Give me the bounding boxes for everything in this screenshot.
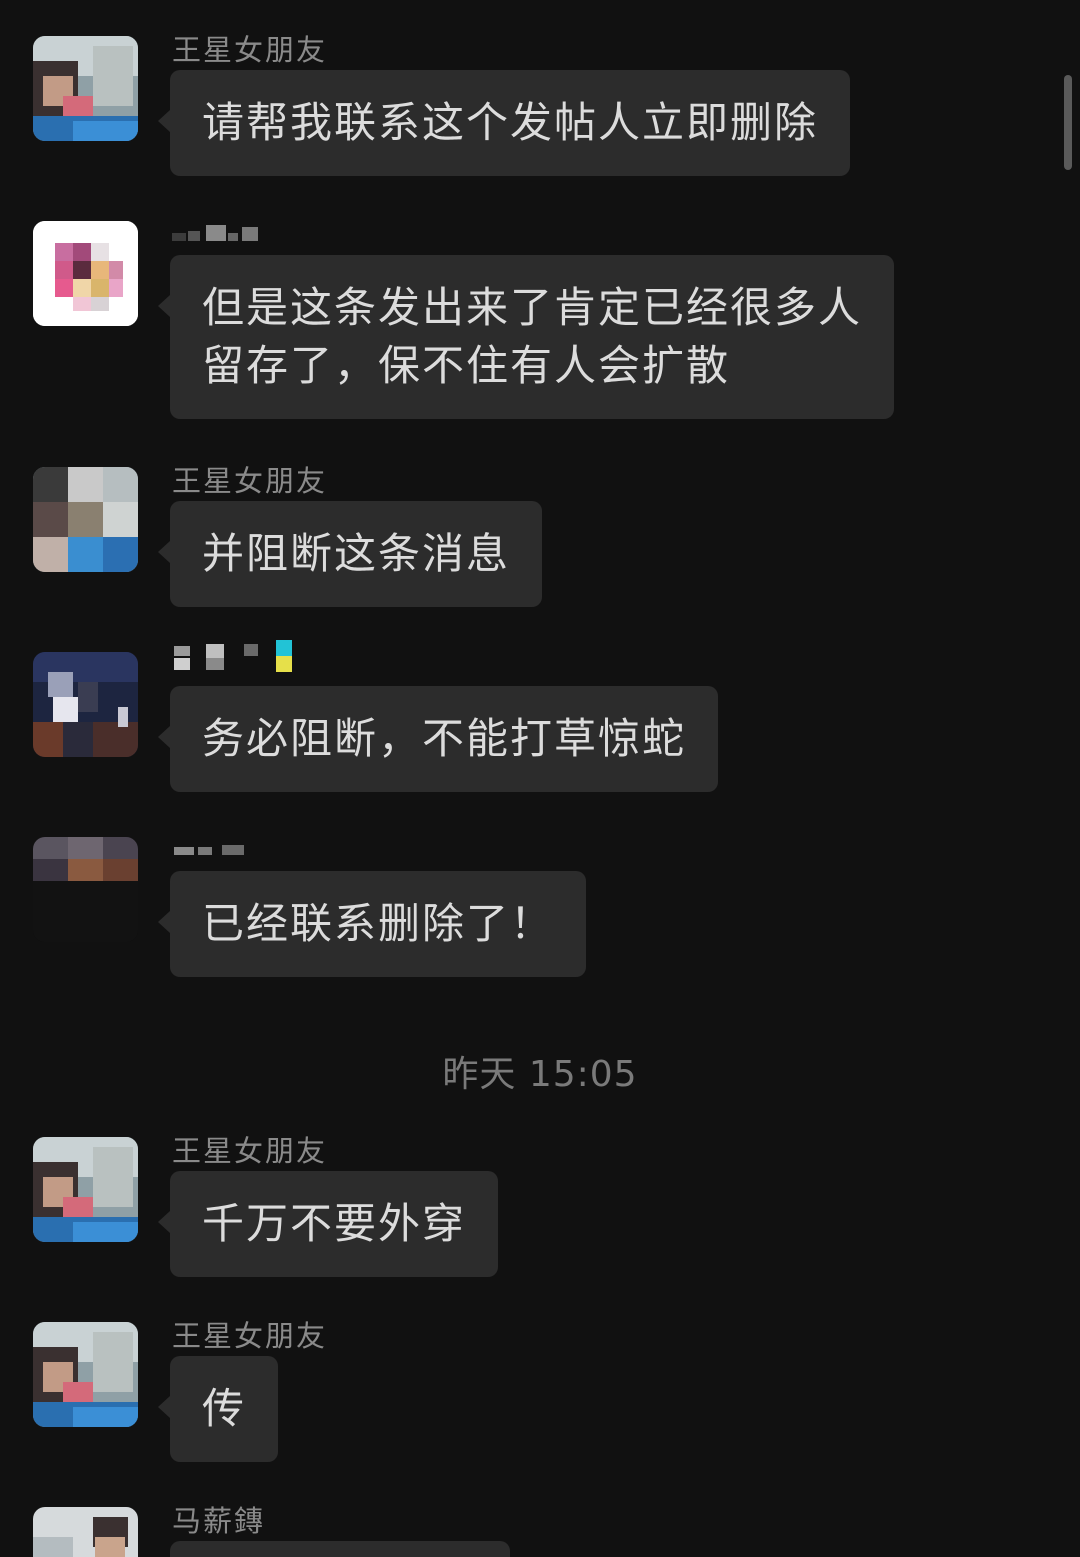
avatar[interactable] bbox=[33, 36, 138, 141]
message-bubble[interactable]: 并阻断这条消息 bbox=[157, 501, 543, 607]
avatar-image bbox=[33, 467, 138, 572]
sender-name: 马薪鏄 bbox=[172, 1504, 266, 1538]
sender-name: 王星女朋友 bbox=[172, 464, 328, 498]
sender-name-blurred bbox=[172, 221, 272, 247]
sender-name: 王星女朋友 bbox=[172, 33, 328, 67]
message-line: 但是这条发出来了肯定已经很多人 bbox=[202, 283, 863, 332]
message-line: 留存了，保不住有人会扩散 bbox=[202, 341, 731, 390]
avatar[interactable] bbox=[33, 1137, 138, 1242]
timestamp: 昨天 15:05 bbox=[442, 1054, 638, 1095]
avatar[interactable] bbox=[33, 652, 138, 757]
sender-name-blurred bbox=[172, 640, 322, 676]
sender-name: 王星女朋友 bbox=[172, 1134, 328, 1168]
message-bubble[interactable]: 但是这条发出来了肯定已经很多人 留存了，保不住有人会扩散 bbox=[157, 255, 895, 419]
message-bubble[interactable]: 传 bbox=[157, 1356, 279, 1462]
avatar[interactable] bbox=[33, 837, 138, 942]
scrollbar[interactable] bbox=[1064, 75, 1072, 170]
avatar[interactable] bbox=[33, 221, 138, 326]
avatar-image bbox=[33, 221, 138, 326]
avatar-image bbox=[33, 1322, 138, 1427]
message-bubble[interactable]: 已经联系删除了！ bbox=[157, 871, 587, 977]
pixelated-name bbox=[174, 845, 244, 855]
avatar[interactable] bbox=[33, 467, 138, 572]
chat-history: 王星女朋友 请帮我联系这个发帖人立即删除 但是这条发出来了肯定已经很多人 留存了… bbox=[0, 0, 1080, 1557]
message-bubble[interactable]: 请帮我联系这个发帖人立即删除 bbox=[157, 70, 851, 176]
message-bubble[interactable]: 务必阻断，不能打草惊蛇 bbox=[157, 686, 719, 792]
avatar-image bbox=[33, 1507, 138, 1557]
pixelated-name bbox=[172, 225, 258, 241]
sender-name-blurred bbox=[172, 837, 262, 857]
avatar[interactable] bbox=[33, 1507, 138, 1557]
pixelated-name bbox=[174, 640, 292, 672]
avatar-image bbox=[33, 1137, 138, 1242]
message-bubble[interactable] bbox=[170, 1541, 510, 1557]
sender-name: 王星女朋友 bbox=[172, 1319, 328, 1353]
avatar-image bbox=[33, 36, 138, 141]
avatar[interactable] bbox=[33, 1322, 138, 1427]
message-bubble[interactable]: 千万不要外穿 bbox=[157, 1171, 499, 1277]
avatar-image bbox=[33, 652, 138, 757]
avatar-image bbox=[33, 837, 138, 942]
